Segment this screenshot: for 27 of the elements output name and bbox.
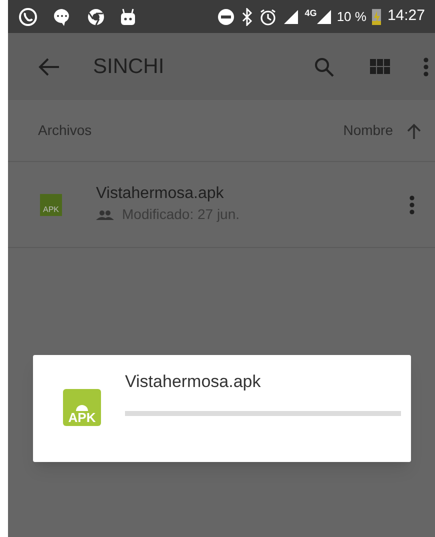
battery-percent: 10 % (336, 8, 366, 26)
file-name: Vistahermosa.apk (96, 184, 225, 204)
people-icon (96, 210, 114, 220)
up-arrow-icon (407, 122, 421, 138)
section-label: Archivos (38, 121, 92, 140)
apk-file-icon: APK (63, 389, 101, 426)
browser-icon (86, 6, 106, 26)
sort-button[interactable]: Nombre (343, 120, 421, 141)
phone-bubble-icon (18, 6, 38, 26)
grid-view-icon[interactable] (370, 58, 390, 74)
back-arrow-icon[interactable] (38, 56, 60, 76)
chat-bubble-icon (52, 6, 72, 26)
bluetooth-icon (240, 8, 253, 26)
signal-icon (282, 8, 299, 24)
dialog-file-name: Vistahermosa.apk (125, 371, 262, 393)
signal-icon (316, 8, 331, 24)
do-not-disturb-icon (216, 8, 235, 26)
search-icon[interactable] (314, 56, 334, 76)
robot-icon (120, 8, 136, 26)
clock: 14:27 (387, 6, 425, 26)
battery-charging-icon (372, 8, 382, 25)
apk-file-icon: APK (40, 194, 62, 216)
more-options-icon[interactable] (423, 56, 429, 76)
more-options-icon[interactable] (409, 194, 415, 214)
alarm-icon (258, 8, 277, 26)
network-type: 4G (304, 8, 317, 18)
app-title: SINCHI (93, 54, 164, 80)
